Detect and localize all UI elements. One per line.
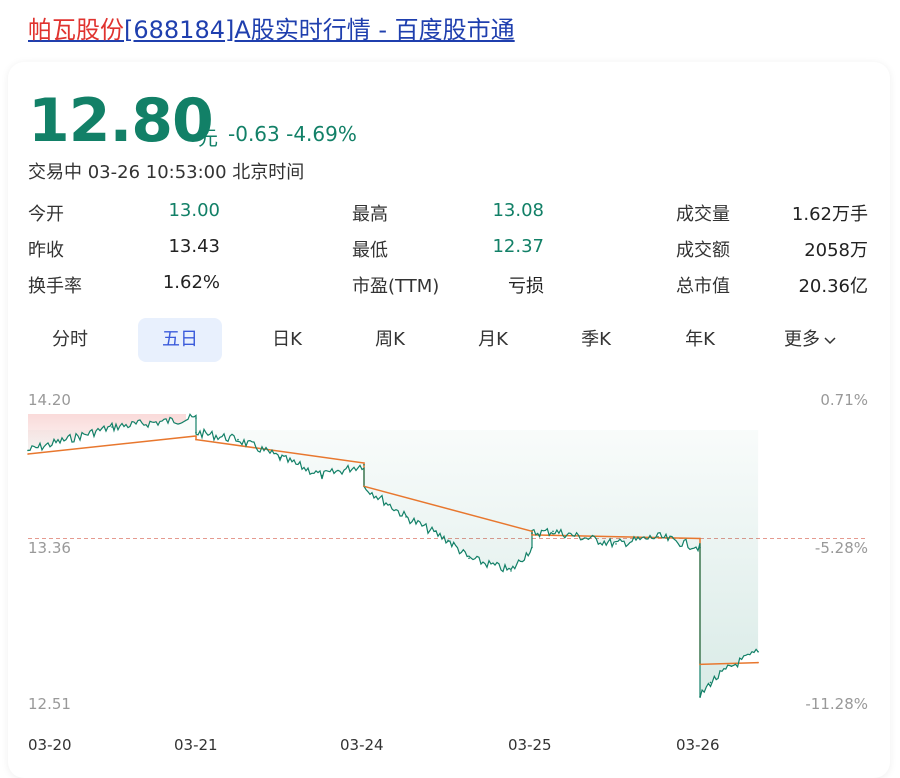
price-point <box>405 516 407 518</box>
price-point <box>699 547 701 549</box>
average-point <box>363 486 365 488</box>
y-tick-right-top: 0.71% <box>770 391 868 409</box>
price-point <box>237 439 239 441</box>
price-point <box>657 536 659 538</box>
price-point <box>363 464 365 466</box>
y-tick-right-bottom: -11.28% <box>770 695 868 713</box>
price-point <box>468 558 470 560</box>
average-point <box>531 534 533 536</box>
average-point <box>195 435 197 437</box>
price-point <box>531 547 533 549</box>
price-area-fill <box>28 414 758 698</box>
price-point <box>195 432 197 434</box>
y-tick-left-bottom: 12.51 <box>28 695 71 713</box>
x-tick-date: 03-24 <box>340 736 384 754</box>
average-point <box>363 462 365 464</box>
y-tick-right-mid: -5.28% <box>770 539 868 557</box>
price-point <box>757 651 759 653</box>
price-point <box>710 682 712 684</box>
average-point <box>195 439 197 441</box>
price-point <box>615 543 617 545</box>
price-point <box>321 475 323 477</box>
average-point <box>531 531 533 533</box>
average-point <box>27 453 29 455</box>
x-tick-date: 03-26 <box>676 736 720 754</box>
average-point <box>757 662 759 664</box>
price-point <box>731 665 733 667</box>
y-tick-left-top: 14.20 <box>28 391 71 409</box>
price-point <box>510 570 512 572</box>
price-point <box>531 532 533 534</box>
average-point <box>699 664 701 666</box>
price-point <box>27 450 29 452</box>
x-tick-date: 03-21 <box>174 736 218 754</box>
price-point <box>447 540 449 542</box>
average-point <box>699 538 701 540</box>
x-tick-date: 03-25 <box>508 736 552 754</box>
five-day-price-chart[interactable] <box>0 0 900 772</box>
x-tick-date: 03-20 <box>28 736 72 754</box>
y-tick-left-mid: 13.36 <box>28 539 71 557</box>
price-point <box>195 417 197 419</box>
price-point <box>111 426 113 428</box>
price-point <box>699 696 701 698</box>
price-point <box>552 531 554 533</box>
price-point <box>279 457 281 459</box>
